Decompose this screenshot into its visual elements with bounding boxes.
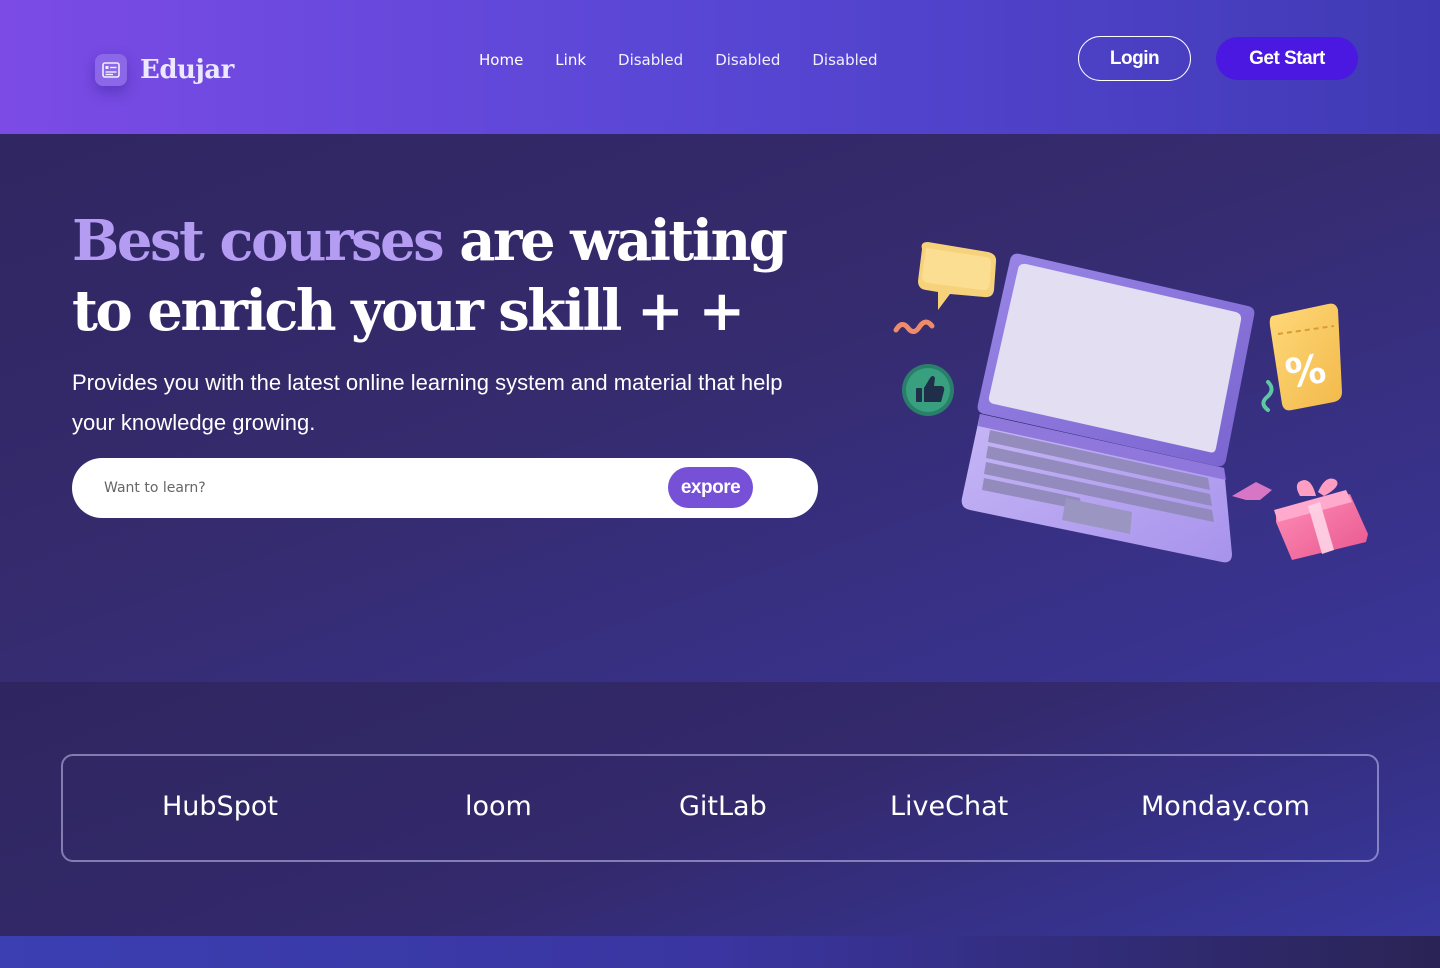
nav-link-home[interactable]: Home — [479, 50, 523, 70]
next-section-edge — [0, 936, 1440, 968]
chat-bubble-icon — [918, 242, 997, 310]
hero-title-accent: Best courses — [72, 208, 445, 274]
nav-link-disabled-2: Disabled — [715, 51, 781, 69]
get-start-button[interactable]: Get Start — [1216, 37, 1358, 80]
explore-button[interactable]: expore — [668, 467, 753, 508]
nav-link-disabled-3: Disabled — [812, 51, 878, 69]
partner-logo-monday: Monday.com — [1141, 791, 1310, 822]
brand-name: Edujar — [140, 55, 234, 85]
partner-logo-livechat: LiveChat — [890, 791, 1009, 822]
partners-section: HubSpot loom GitLab LiveChat Monday.com — [0, 682, 1440, 936]
laptop-icon — [961, 253, 1255, 563]
partner-logo-hubspot: HubSpot — [162, 791, 278, 822]
partner-logo-gitlab: GitLab — [679, 791, 767, 822]
course-list-icon — [95, 54, 127, 86]
search-bar: expore — [72, 458, 818, 518]
nav-link-disabled-1: Disabled — [618, 51, 684, 69]
discount-ticket-icon: % — [1269, 303, 1342, 411]
hero-section: Best courses are waiting to enrich your … — [0, 134, 1440, 682]
navbar: Edujar Home Link Disabled Disabled Disab… — [0, 0, 1440, 134]
partners-logo-strip: HubSpot loom GitLab LiveChat Monday.com — [61, 754, 1379, 862]
thumbs-up-icon — [902, 364, 954, 416]
login-button[interactable]: Login — [1078, 36, 1191, 81]
hero-subtitle: Provides you with the latest online lear… — [72, 370, 783, 435]
partner-logo-loom: loom — [465, 791, 532, 822]
nav-link-link[interactable]: Link — [555, 50, 586, 70]
nav-links: Home Link Disabled Disabled Disabled — [479, 50, 910, 70]
laptop-illustration: % — [880, 234, 1380, 574]
hero-title: Best courses are waiting to enrich your … — [72, 206, 852, 346]
gift-box-icon — [1274, 478, 1368, 560]
search-input[interactable] — [104, 477, 644, 499]
svg-text:%: % — [1282, 346, 1329, 398]
brand[interactable]: Edujar — [95, 54, 234, 86]
